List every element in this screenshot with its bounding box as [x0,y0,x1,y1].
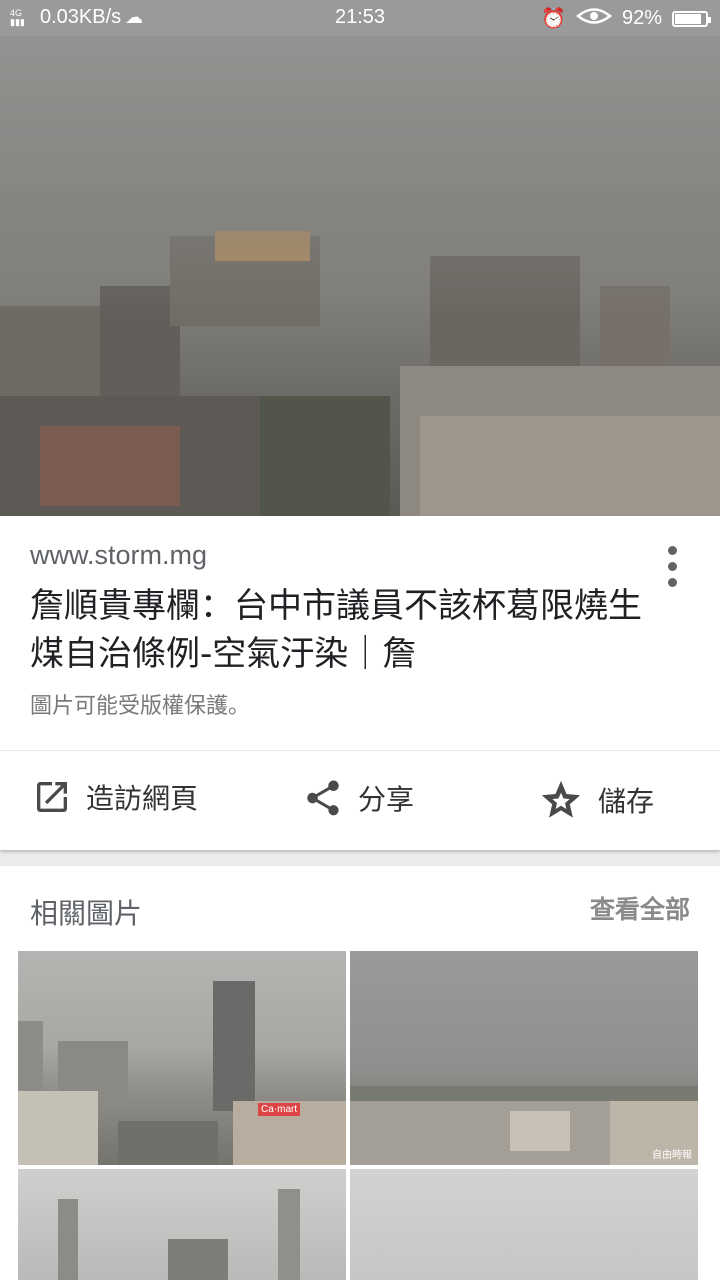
watermark: 自由時報 [652,1150,692,1161]
share-icon [307,780,339,816]
visit-page-label: 造訪網頁 [86,782,199,815]
share-button[interactable]: 分享 [302,777,414,819]
open-in-new-icon [37,782,67,812]
battery-percent: 92% [621,7,662,29]
copyright-notice: 圖片可能受版權保護。 [30,694,251,719]
related-thumbnail[interactable] [350,1169,698,1280]
page-title[interactable]: 詹順貴專欄：台中市議員不該杯葛限燒生煤自治條例-空氣汙染｜詹 [30,582,650,678]
visit-page-button[interactable]: 造訪網頁 [32,777,198,817]
related-images-section: 相關圖片 查看全部 Ca·mart 自由時報 [0,866,720,1280]
share-label: 分享 [358,783,415,816]
related-thumbnail[interactable]: 自由時報 [350,951,698,1165]
store-sign: Ca·mart [258,1103,301,1116]
see-all-link[interactable]: 查看全部 [590,890,690,926]
eye-icon [575,7,612,31]
related-thumbnail[interactable] [18,1169,346,1280]
fog-overlay [0,36,720,316]
battery-icon [672,10,711,27]
save-label: 儲存 [598,785,655,818]
battery-fill [675,13,701,24]
status-bar: 4G ▮▮▮ 0.03KB/s ☁ 21:53 ⏰ 92% [0,0,720,36]
source-url[interactable]: www.storm.mg [30,540,207,571]
more-options-icon[interactable] [668,546,680,590]
related-images-title: 相關圖片 [30,897,143,930]
hero-image[interactable] [0,36,720,516]
status-right: ⏰ 92% [541,6,711,31]
save-button[interactable]: 儲存 [538,777,654,823]
action-bar: 造訪網頁 分享 儲存 [0,751,720,850]
image-info-card: www.storm.mg 詹順貴專欄：台中市議員不該杯葛限燒生煤自治條例-空氣汙… [0,516,720,850]
star-icon [541,780,581,818]
alarm-icon: ⏰ [541,8,566,30]
related-thumbnail[interactable]: Ca·mart [18,951,346,1165]
